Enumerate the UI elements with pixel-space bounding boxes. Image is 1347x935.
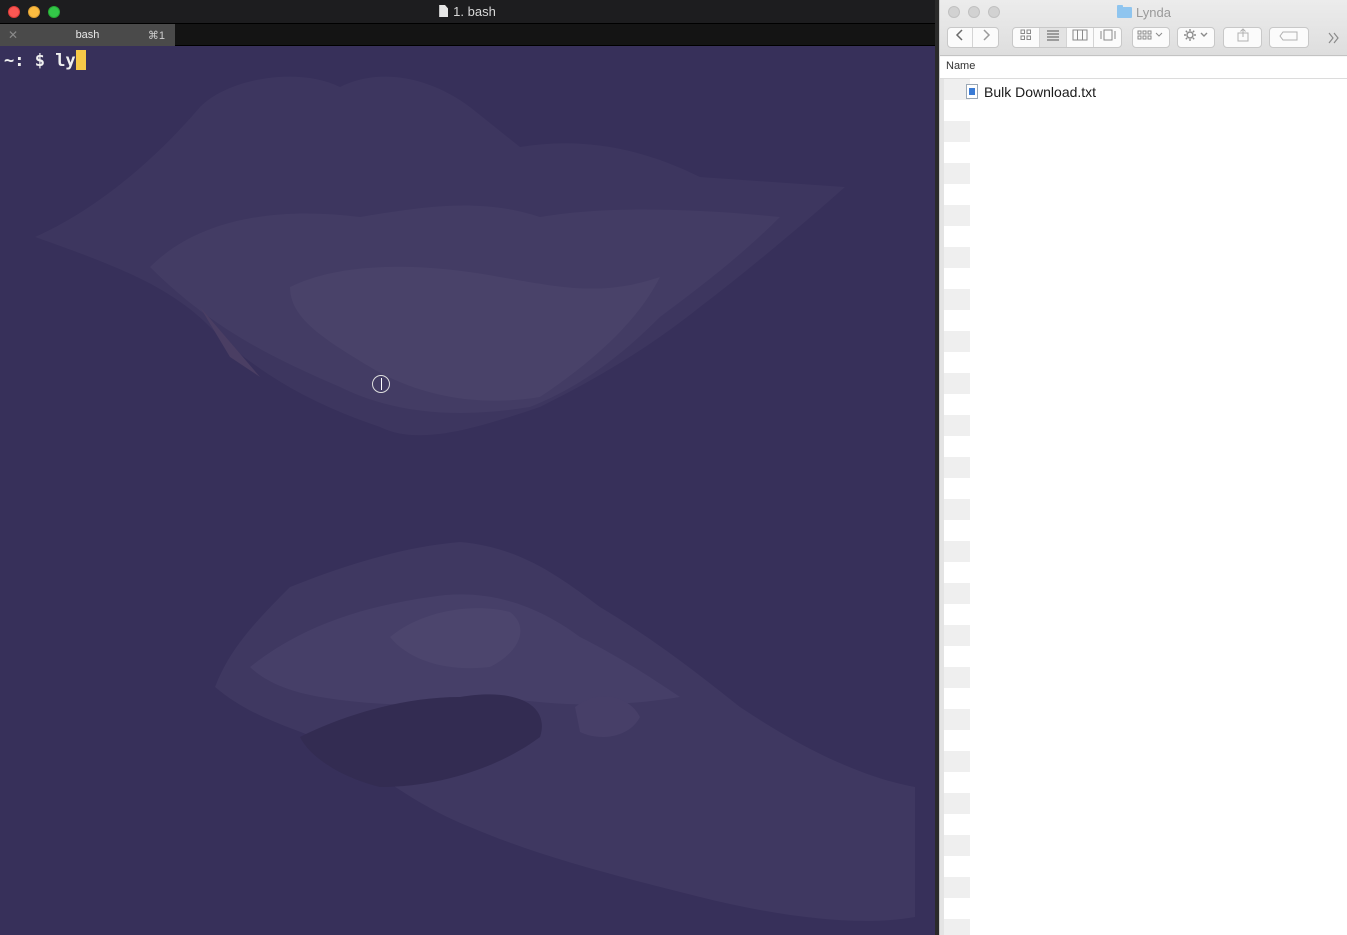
group-by-icon — [1137, 30, 1163, 40]
tab-shortcut: ⌘1 — [147, 30, 165, 42]
finder-window: Lynda Name Bulk Download.txt — [939, 0, 1347, 935]
list-view-icon[interactable] — [1040, 28, 1067, 47]
stripe-edge — [940, 79, 944, 935]
window-title: 1. bash — [0, 4, 935, 20]
finder-title: Lynda — [940, 5, 1347, 20]
text-file-icon — [966, 84, 978, 99]
finder-toolbar: Lynda — [940, 0, 1347, 56]
chevron-left-icon[interactable] — [948, 28, 973, 47]
column-header-name[interactable]: Name — [940, 57, 1347, 79]
column-view-icon[interactable] — [1067, 28, 1094, 47]
share-icon — [1237, 28, 1248, 42]
document-icon — [439, 5, 449, 17]
action-button[interactable] — [1177, 27, 1215, 48]
chevron-double-right-icon[interactable] — [1327, 31, 1341, 49]
row-stripes — [940, 79, 970, 935]
chevron-right-icon[interactable] — [973, 28, 998, 47]
file-name: Bulk Download.txt — [984, 84, 1097, 100]
cover-flow-icon[interactable] — [1094, 28, 1121, 47]
list-item[interactable]: Bulk Download.txt — [966, 81, 1096, 103]
terminal-titlebar[interactable]: 1. bash — [0, 0, 935, 24]
folder-icon — [1117, 5, 1133, 18]
group-by-button[interactable] — [1132, 27, 1170, 48]
finder-title-text: Lynda — [1136, 5, 1171, 20]
prompt-text: ~: $ — [4, 51, 56, 71]
file-list: Name Bulk Download.txt — [940, 57, 1347, 935]
command-prompt[interactable]: ~: $ ly — [4, 50, 86, 72]
tab-bash[interactable]: ✕ bash ⌘1 — [0, 24, 175, 46]
ibeam-pointer-icon — [372, 375, 390, 393]
tag-icon — [1279, 31, 1298, 41]
nav-buttons — [947, 27, 999, 48]
terminal-window: 1. bash ✕ bash ⌘1 ~: $ ly — [0, 0, 935, 935]
tag-button[interactable] — [1269, 27, 1309, 48]
terminal-output-area[interactable]: ~: $ ly — [0, 47, 935, 935]
terminal-tab-bar: ✕ bash ⌘1 — [0, 24, 935, 46]
window-title-text: 1. bash — [453, 4, 496, 19]
typed-command: ly — [55, 51, 76, 71]
gear-icon — [1184, 29, 1208, 41]
icon-view-icon[interactable] — [1013, 28, 1040, 47]
share-button[interactable] — [1223, 27, 1262, 48]
background-landscape-image — [0, 47, 935, 935]
text-cursor — [75, 50, 86, 70]
view-mode-control — [1012, 27, 1122, 48]
